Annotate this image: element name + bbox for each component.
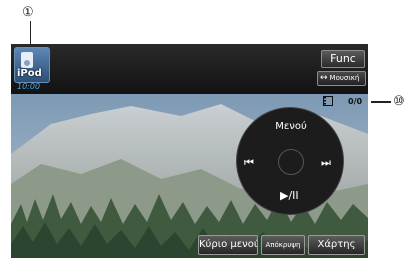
play-pause-icon[interactable]: ▶/II (280, 190, 299, 201)
menu-button[interactable]: Μενού (237, 121, 345, 132)
swap-arrow-icon: ↔ (320, 73, 328, 83)
video-area[interactable]: 0/0 Μενού ⏮ ⏭ ▶/II (11, 94, 368, 258)
manual-figure: ① ⑩ iPod 10:00 Func ↔ Μουσική 0/0 Μενού … (0, 0, 411, 259)
callout-leader-line-10 (371, 101, 391, 103)
track-counter: 0/0 (348, 97, 363, 106)
callout-marker-1: ① (22, 5, 34, 20)
func-button[interactable]: Func (321, 50, 365, 68)
source-label: iPod (17, 68, 42, 79)
film-strip-icon (323, 96, 333, 106)
callout-leader-line-1 (30, 21, 31, 44)
hide-button[interactable]: Απόκρυψη (261, 235, 305, 255)
callout-marker-10: ⑩ (393, 94, 405, 109)
main-menu-button[interactable]: Κύριο μενού (198, 235, 258, 255)
ipod-icon (21, 52, 33, 68)
source-button[interactable]: iPod (14, 47, 50, 83)
music-toggle-button[interactable]: ↔ Μουσική (317, 71, 366, 86)
center-button[interactable] (278, 149, 304, 175)
playback-control-wheel: Μενού ⏮ ⏭ ▶/II (236, 107, 344, 215)
top-bar: iPod 10:00 Func ↔ Μουσική (11, 44, 368, 94)
music-toggle-label: Μουσική (329, 74, 360, 82)
map-button[interactable]: Χάρτης (308, 235, 365, 255)
next-track-icon[interactable]: ⏭ (321, 157, 331, 168)
clock: 10:00 (17, 82, 41, 91)
previous-track-icon[interactable]: ⏮ (244, 157, 254, 168)
head-unit-screen: iPod 10:00 Func ↔ Μουσική 0/0 Μενού ⏮ ⏭ … (11, 44, 368, 258)
